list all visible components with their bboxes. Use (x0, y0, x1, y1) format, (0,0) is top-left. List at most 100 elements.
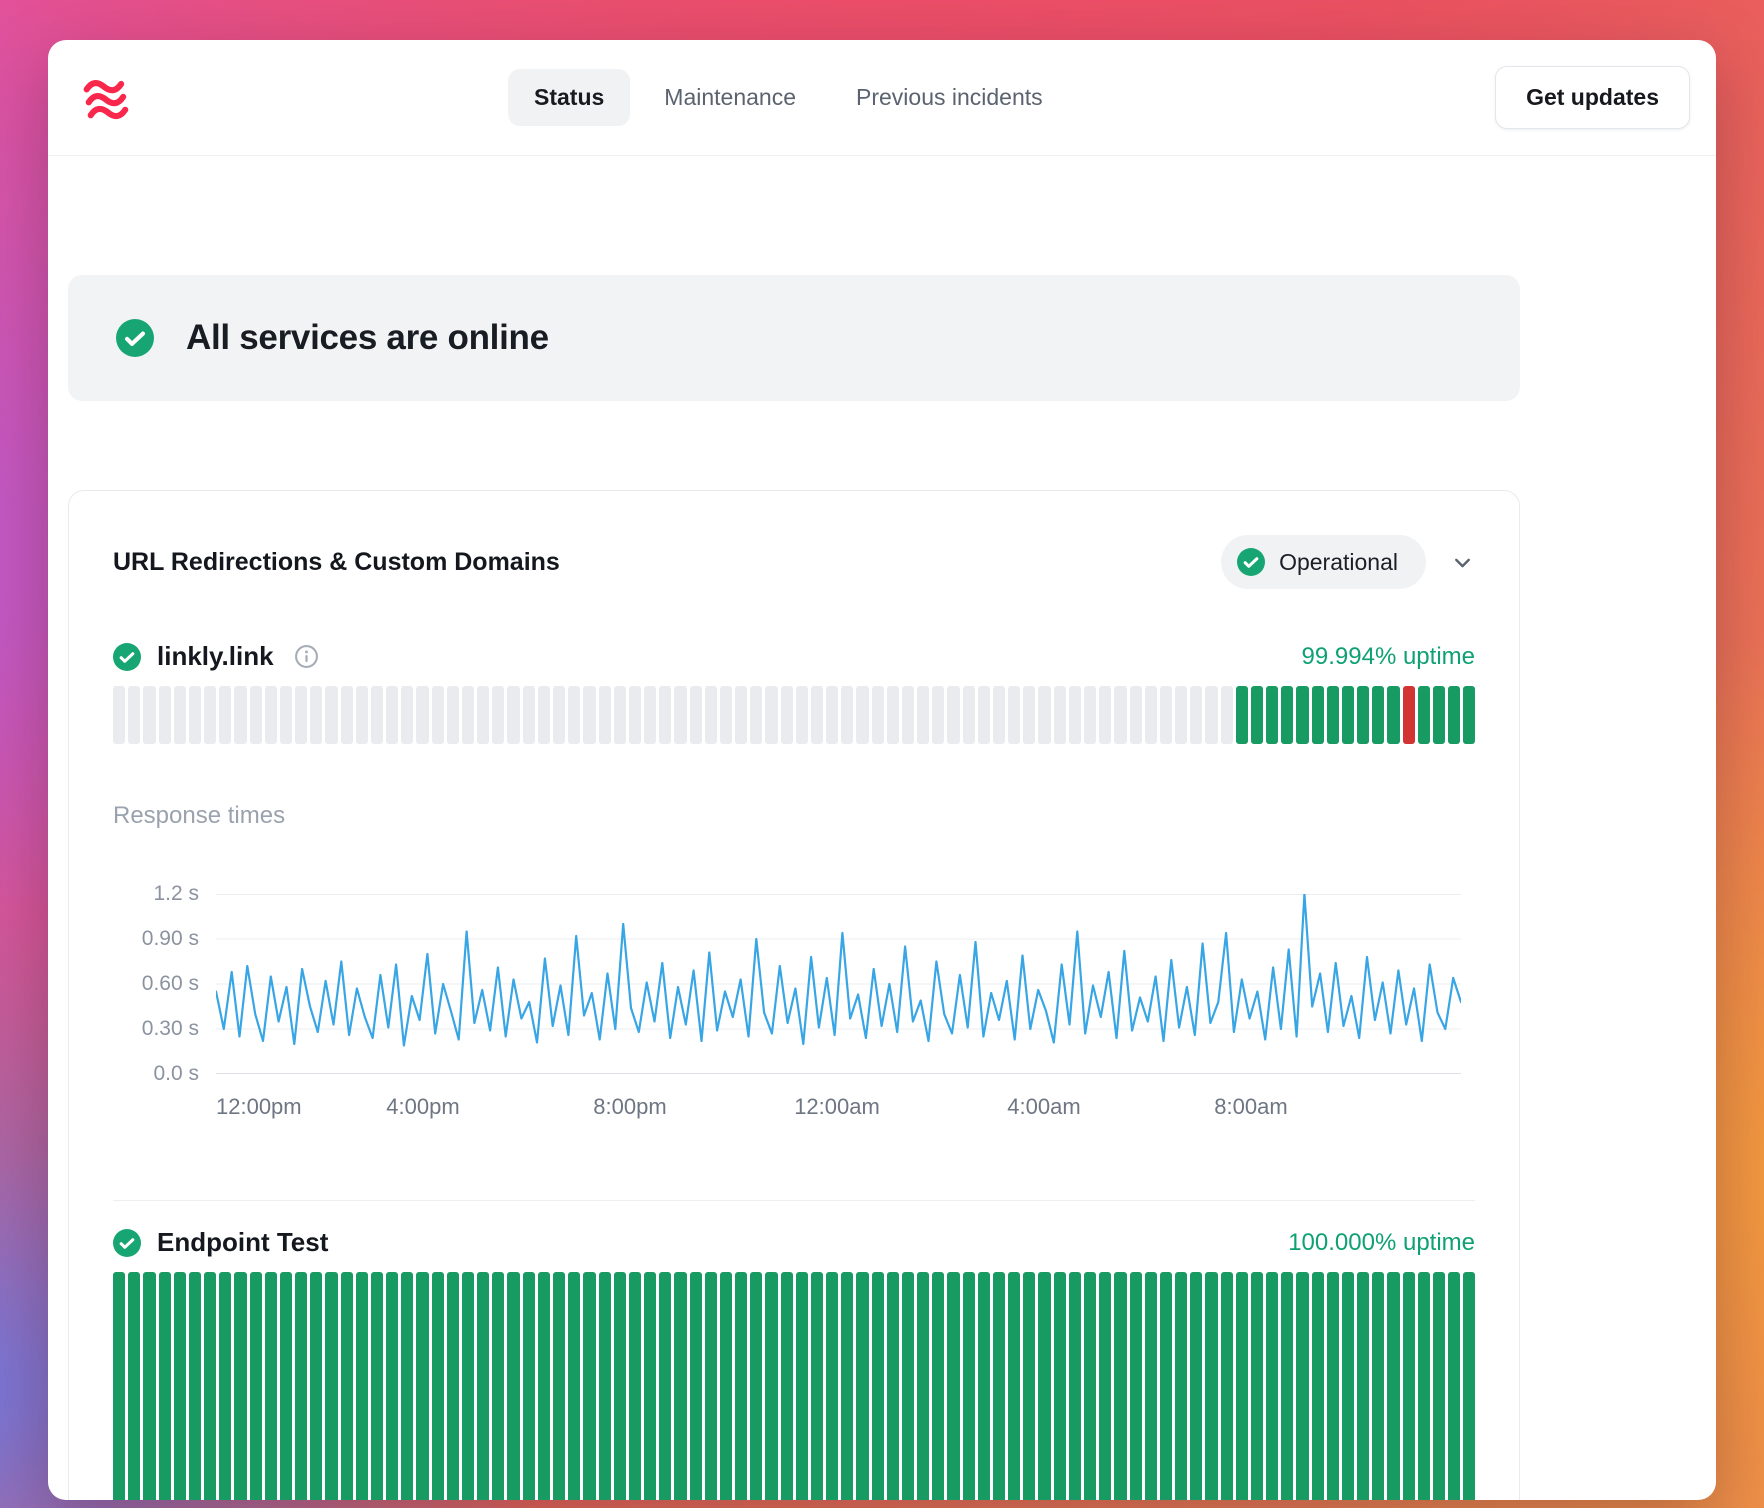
uptime-segment-up[interactable] (401, 1272, 413, 1500)
uptime-segment-empty[interactable] (690, 686, 702, 744)
uptime-segment-up[interactable] (705, 1272, 717, 1500)
uptime-segment-up[interactable] (1221, 1272, 1233, 1500)
uptime-segment-up[interactable] (1312, 1272, 1324, 1500)
uptime-segment-up[interactable] (1296, 1272, 1308, 1500)
uptime-segment-empty[interactable] (720, 686, 732, 744)
uptime-segment-up[interactable] (477, 1272, 489, 1500)
uptime-segment-empty[interactable] (250, 686, 262, 744)
uptime-segment-up[interactable] (1448, 686, 1460, 744)
uptime-segment-up[interactable] (1145, 1272, 1157, 1500)
uptime-segment-up[interactable] (1266, 1272, 1278, 1500)
uptime-segment-empty[interactable] (1160, 686, 1172, 744)
uptime-segment-up[interactable] (947, 1272, 959, 1500)
uptime-segment-up[interactable] (1175, 1272, 1187, 1500)
tab-status[interactable]: Status (508, 69, 630, 126)
uptime-segment-empty[interactable] (462, 686, 474, 744)
uptime-segment-empty[interactable] (159, 686, 171, 744)
uptime-segment-empty[interactable] (1023, 686, 1035, 744)
uptime-segment-empty[interactable] (477, 686, 489, 744)
uptime-segment-up[interactable] (978, 1272, 990, 1500)
uptime-segment-empty[interactable] (234, 686, 246, 744)
uptime-segment-up[interactable] (143, 1272, 155, 1500)
uptime-segment-up[interactable] (765, 1272, 777, 1500)
uptime-segment-up[interactable] (811, 1272, 823, 1500)
uptime-segment-empty[interactable] (280, 686, 292, 744)
uptime-segment-up[interactable] (250, 1272, 262, 1500)
uptime-segment-empty[interactable] (599, 686, 611, 744)
tab-maintenance[interactable]: Maintenance (638, 69, 822, 126)
uptime-segment-up[interactable] (416, 1272, 428, 1500)
uptime-segment-up[interactable] (1342, 1272, 1354, 1500)
uptime-segment-up[interactable] (1448, 1272, 1460, 1500)
uptime-segment-up[interactable] (841, 1272, 853, 1500)
uptime-segment-up[interactable] (1023, 1272, 1035, 1500)
info-icon[interactable] (294, 644, 319, 669)
uptime-segment-empty[interactable] (128, 686, 140, 744)
uptime-segment-up[interactable] (1418, 686, 1430, 744)
uptime-segment-empty[interactable] (659, 686, 671, 744)
uptime-segment-empty[interactable] (841, 686, 853, 744)
uptime-segment-empty[interactable] (1130, 686, 1142, 744)
uptime-segment-empty[interactable] (629, 686, 641, 744)
uptime-segment-empty[interactable] (553, 686, 565, 744)
uptime-segment-up[interactable] (113, 1272, 125, 1500)
uptime-segment-up[interactable] (462, 1272, 474, 1500)
uptime-segment-up[interactable] (735, 1272, 747, 1500)
uptime-segment-empty[interactable] (993, 686, 1005, 744)
uptime-segment-up[interactable] (932, 1272, 944, 1500)
uptime-segment-up[interactable] (492, 1272, 504, 1500)
uptime-segment-up[interactable] (1038, 1272, 1050, 1500)
uptime-segment-empty[interactable] (265, 686, 277, 744)
uptime-segment-up[interactable] (659, 1272, 671, 1500)
uptime-segment-empty[interactable] (356, 686, 368, 744)
uptime-segment-up[interactable] (219, 1272, 231, 1500)
uptime-segment-up[interactable] (674, 1272, 686, 1500)
uptime-segment-empty[interactable] (735, 686, 747, 744)
uptime-segment-up[interactable] (189, 1272, 201, 1500)
uptime-segment-down[interactable] (1403, 686, 1415, 744)
uptime-segment-empty[interactable] (189, 686, 201, 744)
uptime-segment-up[interactable] (325, 1272, 337, 1500)
uptime-segment-up[interactable] (856, 1272, 868, 1500)
uptime-segment-empty[interactable] (1175, 686, 1187, 744)
uptime-segment-empty[interactable] (1038, 686, 1050, 744)
uptime-segment-up[interactable] (1372, 1272, 1384, 1500)
get-updates-button[interactable]: Get updates (1495, 66, 1690, 129)
uptime-segment-empty[interactable] (416, 686, 428, 744)
uptime-segment-up[interactable] (1342, 686, 1354, 744)
uptime-segment-up[interactable] (1190, 1272, 1202, 1500)
chevron-down-icon[interactable] (1450, 550, 1475, 575)
uptime-segment-empty[interactable] (674, 686, 686, 744)
uptime-segment-empty[interactable] (523, 686, 535, 744)
uptime-segment-empty[interactable] (811, 686, 823, 744)
uptime-segment-empty[interactable] (917, 686, 929, 744)
uptime-segment-empty[interactable] (978, 686, 990, 744)
uptime-segment-up[interactable] (523, 1272, 535, 1500)
uptime-segment-up[interactable] (1296, 686, 1308, 744)
uptime-segment-up[interactable] (1266, 686, 1278, 744)
uptime-segment-up[interactable] (887, 1272, 899, 1500)
uptime-segment-empty[interactable] (765, 686, 777, 744)
uptime-segment-empty[interactable] (856, 686, 868, 744)
uptime-segment-up[interactable] (371, 1272, 383, 1500)
uptime-segment-empty[interactable] (1054, 686, 1066, 744)
uptime-segment-empty[interactable] (1069, 686, 1081, 744)
uptime-segment-up[interactable] (204, 1272, 216, 1500)
uptime-segment-empty[interactable] (219, 686, 231, 744)
uptime-segment-up[interactable] (1251, 686, 1263, 744)
uptime-segment-up[interactable] (993, 1272, 1005, 1500)
uptime-segment-empty[interactable] (781, 686, 793, 744)
tab-previous-incidents[interactable]: Previous incidents (830, 69, 1069, 126)
uptime-segment-empty[interactable] (963, 686, 975, 744)
uptime-segment-empty[interactable] (614, 686, 626, 744)
uptime-segment-up[interactable] (1099, 1272, 1111, 1500)
uptime-segment-up[interactable] (690, 1272, 702, 1500)
uptime-segment-empty[interactable] (325, 686, 337, 744)
uptime-segment-up[interactable] (1403, 1272, 1415, 1500)
uptime-segment-up[interactable] (1372, 686, 1384, 744)
uptime-segment-empty[interactable] (174, 686, 186, 744)
uptime-segment-empty[interactable] (887, 686, 899, 744)
uptime-segment-empty[interactable] (1084, 686, 1096, 744)
uptime-segment-up[interactable] (356, 1272, 368, 1500)
uptime-segment-empty[interactable] (947, 686, 959, 744)
